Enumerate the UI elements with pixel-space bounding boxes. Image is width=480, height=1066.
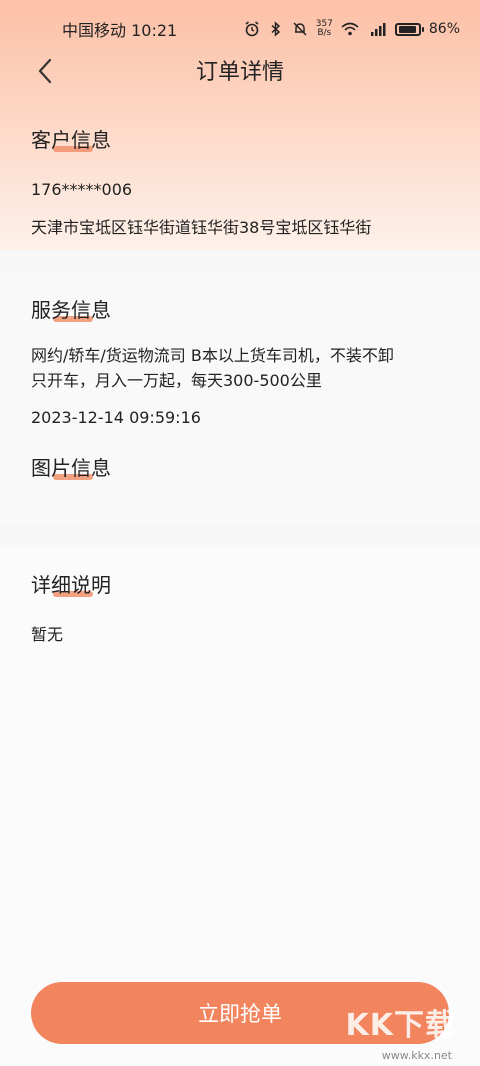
watermark-url: www.kkx.net (381, 1049, 452, 1062)
wifi-icon (341, 22, 359, 36)
customer-address: 天津市宝坻区钰华街道钰华街38号宝坻区钰华街 (31, 218, 372, 237)
detail-title: 详细说明 (31, 573, 111, 597)
service-info-title: 服务信息 (31, 298, 111, 322)
service-description-line2: 只开车，月入一万起，每天300-500公里 (31, 371, 322, 390)
page-title: 订单详情 (195, 60, 284, 85)
signal-5g-icon (370, 23, 386, 36)
status-icons: 357 B/s 86% (244, 20, 460, 38)
watermark-logo: KK下载 (345, 1008, 456, 1043)
images-info-title: 图片信息 (31, 456, 111, 480)
back-button[interactable] (30, 56, 60, 86)
customer-info-title: 客户信息 (31, 128, 111, 152)
alarm-icon (245, 21, 259, 37)
nav-bar: 订单详情 (0, 44, 480, 96)
chevron-left-icon (38, 58, 52, 84)
service-datetime: 2023-12-14 09:59:16 (31, 408, 201, 427)
mute-icon (293, 22, 307, 36)
battery-icon (394, 22, 424, 36)
customer-info-section: 客户信息 176*****006 天津市宝坻区钰华街道钰华街38号宝坻区钰华街 (0, 110, 480, 250)
network-speed: 357 B/s (315, 19, 333, 38)
customer-phone: 176*****006 (31, 180, 133, 199)
detail-content: 暂无 (31, 625, 64, 644)
battery-percent: 86% (428, 21, 460, 37)
grab-order-label: 立即抢单 (198, 1002, 282, 1026)
service-info-section: 服务信息 网约/轿车/货运物流司 B本以上货车司机，不装不卸 只开车，月入一万起… (0, 270, 480, 525)
carrier-time: 中国移动 10:21 (62, 21, 178, 40)
service-description-line1: 网约/轿车/货运物流司 B本以上货车司机，不装不卸 (31, 346, 394, 365)
bluetooth-icon (271, 21, 280, 37)
